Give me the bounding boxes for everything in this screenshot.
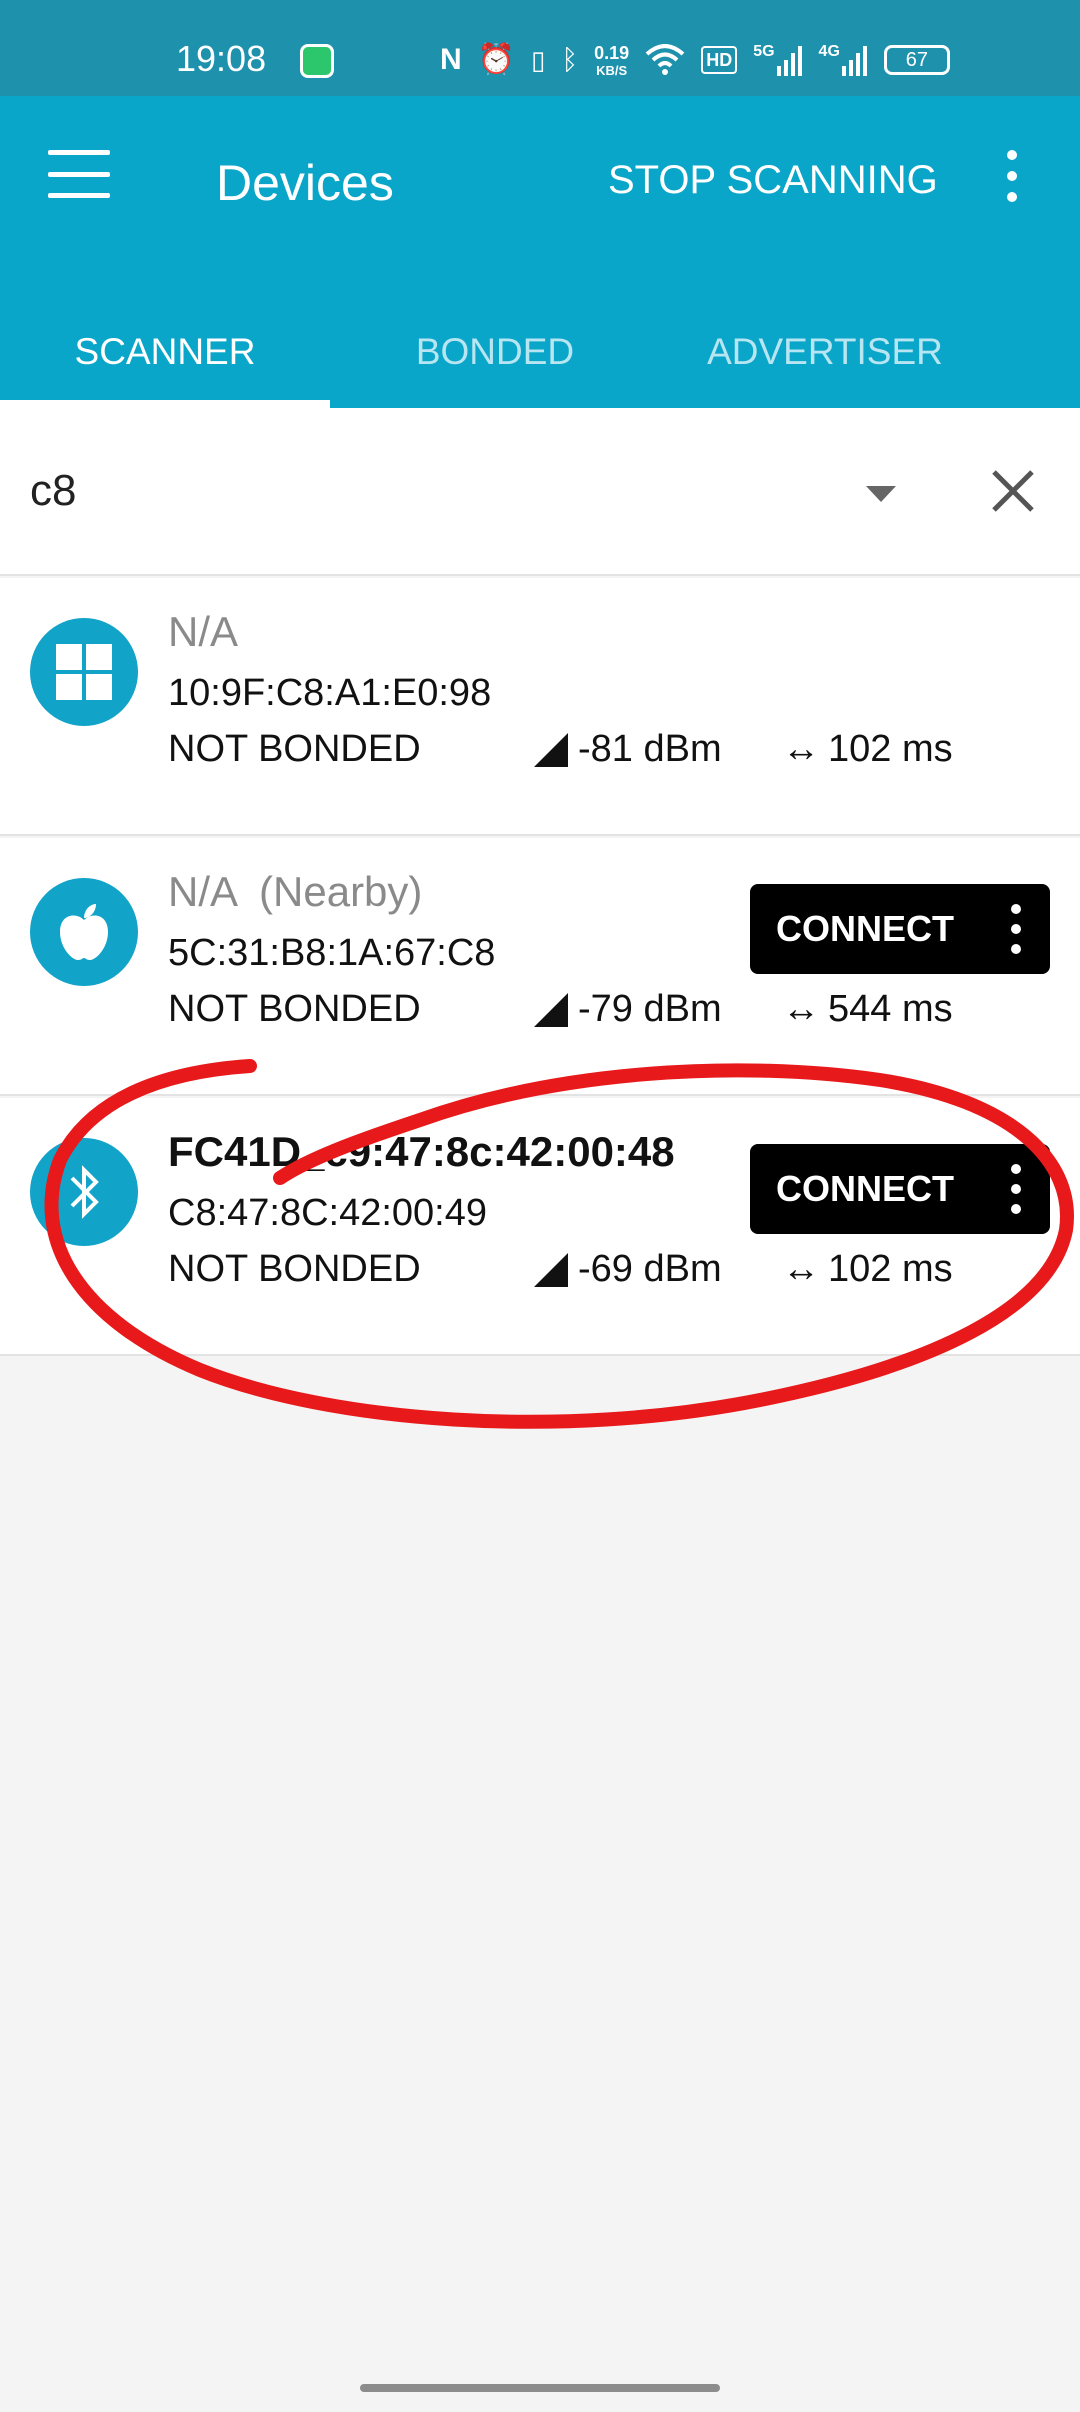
- tab-scanner-label: SCANNER: [74, 331, 256, 372]
- bond-status: NOT BONDED: [168, 728, 421, 770]
- clear-filter-icon[interactable]: [990, 468, 1036, 514]
- device-address: 10:9F:C8:A1:E0:98: [168, 672, 492, 714]
- bond-status: NOT BONDED: [168, 1248, 421, 1290]
- filter-input[interactable]: c8: [30, 466, 76, 516]
- device-row[interactable]: N/A 10:9F:C8:A1:E0:98 NOT BONDED -81 dBm…: [0, 578, 1080, 836]
- device-row[interactable]: N/A (Nearby) 5C:31:B8:1A:67:C8 NOT BONDE…: [0, 838, 1080, 1096]
- rssi: -69 dBm: [534, 1248, 722, 1291]
- tab-bar: SCANNER BONDED ADVERTISER: [0, 296, 1080, 408]
- tab-scanner[interactable]: SCANNER: [0, 296, 330, 408]
- tab-bonded-label: BONDED: [415, 331, 575, 372]
- interval-value: 102 ms: [828, 728, 953, 770]
- signal-4g-label: 4G: [818, 43, 840, 60]
- more-options-icon[interactable]: [1000, 150, 1024, 202]
- more-options-icon[interactable]: [1010, 1164, 1022, 1214]
- device-address: 5C:31:B8:1A:67:C8: [168, 932, 496, 974]
- vibrate-icon: ▯: [531, 45, 546, 75]
- hd-icon: HD: [701, 46, 738, 74]
- connect-button[interactable]: CONNECT: [750, 884, 1050, 974]
- interval-value: 102 ms: [828, 1248, 953, 1290]
- rssi: -81 dBm: [534, 728, 722, 771]
- signal-5g-label: 5G: [753, 43, 775, 60]
- adv-interval: ↔ 102 ms: [782, 728, 953, 771]
- hamburger-menu-icon[interactable]: [48, 150, 110, 198]
- windows-icon: [30, 618, 138, 726]
- adv-interval: ↔ 544 ms: [782, 988, 953, 1031]
- tab-advertiser-label: ADVERTISER: [707, 331, 943, 372]
- alarm-icon: ⏰: [477, 43, 516, 76]
- status-icons: N ⏰ ▯ ᛒ 0.19 KB/S HD 5G 4G 67: [440, 38, 1000, 82]
- rssi-value: -81 dBm: [578, 728, 722, 770]
- wifi-icon: [645, 44, 685, 76]
- tab-bonded[interactable]: BONDED: [330, 296, 660, 408]
- device-name: N/A (Nearby): [168, 868, 423, 915]
- spotify-icon: [300, 44, 334, 78]
- bond-status: NOT BONDED: [168, 988, 421, 1030]
- tab-advertiser[interactable]: ADVERTISER: [660, 296, 990, 408]
- rssi: -79 dBm: [534, 988, 722, 1031]
- signal-5g-icon: 5G: [753, 44, 802, 76]
- app-bar: Devices STOP SCANNING SCANNER BONDED ADV…: [0, 96, 1080, 408]
- interval-icon: ↔: [782, 728, 820, 770]
- net-speed-value: 0.19: [594, 43, 630, 63]
- rssi-value: -69 dBm: [578, 1248, 722, 1290]
- more-options-icon[interactable]: [1010, 904, 1022, 954]
- device-address: C8:47:8C:42:00:49: [168, 1192, 488, 1234]
- battery-icon: 67: [883, 45, 950, 75]
- signal-4g-icon: 4G: [819, 44, 868, 76]
- nfc-icon: N: [440, 43, 462, 76]
- adv-interval: ↔ 102 ms: [782, 1248, 953, 1291]
- signal-strength-icon: [534, 1252, 568, 1287]
- page-title: Devices: [216, 155, 394, 211]
- filter-dropdown-icon[interactable]: [866, 486, 896, 502]
- status-bar: 19:08 N ⏰ ▯ ᛒ 0.19 KB/S HD 5G 4G 67: [0, 0, 1080, 96]
- status-time: 19:08: [176, 38, 267, 79]
- battery-level: 67: [905, 48, 929, 71]
- filter-bar: c8: [0, 408, 1080, 576]
- net-speed-unit: KB/S: [596, 63, 628, 78]
- connect-button[interactable]: CONNECT: [750, 1144, 1050, 1234]
- apple-icon: [30, 878, 138, 986]
- device-name: FC41D_c9:47:8c:42:00:48: [168, 1128, 675, 1175]
- connect-label: CONNECT: [776, 908, 954, 949]
- stop-scanning-button[interactable]: STOP SCANNING: [608, 158, 938, 203]
- signal-strength-icon: [534, 992, 568, 1027]
- rssi-value: -79 dBm: [578, 988, 722, 1030]
- bluetooth-icon: ᛒ: [561, 44, 579, 75]
- interval-value: 544 ms: [828, 988, 953, 1030]
- device-row[interactable]: FC41D_c9:47:8c:42:00:48 C8:47:8C:42:00:4…: [0, 1098, 1080, 1356]
- interval-icon: ↔: [782, 988, 820, 1030]
- gesture-nav-handle[interactable]: [360, 2384, 720, 2392]
- bluetooth-icon: [30, 1138, 138, 1246]
- interval-icon: ↔: [782, 1248, 820, 1290]
- device-name: N/A: [168, 608, 239, 655]
- net-speed: 0.19 KB/S: [594, 43, 630, 78]
- connect-label: CONNECT: [776, 1168, 954, 1209]
- signal-strength-icon: [534, 732, 568, 767]
